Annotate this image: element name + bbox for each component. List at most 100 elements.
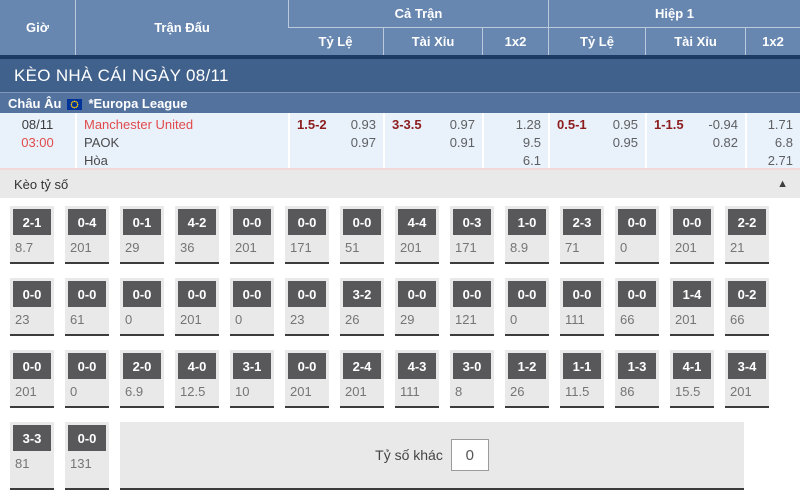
score-chip[interactable]: 0-0 — [288, 209, 326, 235]
score-chip[interactable]: 0-0 — [673, 209, 711, 235]
score-cell: 3-381 — [10, 422, 54, 490]
score-cell: 0-4201 — [65, 206, 109, 264]
score-odds: 201 — [345, 384, 384, 399]
half-handicap-away-odds[interactable]: 0.95 — [613, 134, 638, 152]
score-section-header[interactable]: Kèo tỷ số ▲ — [0, 170, 800, 198]
half-overunder-cell[interactable]: 1-1.5 -0.94 0.82 — [645, 113, 745, 168]
score-chip[interactable]: 3-3 — [13, 425, 51, 451]
score-chip[interactable]: 0-0 — [13, 353, 51, 379]
score-cell: 0-023 — [10, 278, 54, 336]
half-handicap-cell[interactable]: 0.5-1 0.95 0.95 — [548, 113, 645, 168]
score-chip[interactable]: 4-3 — [398, 353, 436, 379]
full-1x2-cell[interactable]: 1.28 9.5 6.1 — [482, 113, 548, 168]
score-chip[interactable]: 2-0 — [123, 353, 161, 379]
score-cell: 0-0171 — [285, 206, 329, 264]
score-cell: 0-0131 — [65, 422, 109, 490]
half-1x2-away[interactable]: 2.71 — [754, 152, 793, 170]
score-chip[interactable]: 4-4 — [398, 209, 436, 235]
score-cell: 1-08.9 — [505, 206, 549, 264]
score-odds: 6.9 — [125, 384, 164, 399]
header-full-overunder: Tài Xỉu — [383, 28, 482, 55]
full-handicap-away-odds[interactable]: 0.97 — [351, 134, 376, 152]
score-odds: 201 — [730, 384, 769, 399]
score-chip[interactable]: 2-1 — [13, 209, 51, 235]
score-chip[interactable]: 1-3 — [618, 353, 656, 379]
score-cell: 1-4201 — [670, 278, 714, 336]
half-1x2-draw[interactable]: 6.8 — [754, 134, 793, 152]
score-chip[interactable]: 0-0 — [618, 281, 656, 307]
full-1x2-away[interactable]: 6.1 — [491, 152, 541, 170]
score-chip[interactable]: 0-0 — [68, 353, 106, 379]
score-chip[interactable]: 0-0 — [233, 281, 271, 307]
full-under-odds[interactable]: 0.91 — [450, 134, 475, 152]
half-1x2-home[interactable]: 1.71 — [754, 116, 793, 134]
score-odds: 66 — [620, 312, 659, 327]
score-chip[interactable]: 2-3 — [563, 209, 601, 235]
score-odds: 0 — [510, 312, 549, 327]
score-chip[interactable]: 0-0 — [508, 281, 546, 307]
score-chip[interactable]: 0-0 — [13, 281, 51, 307]
score-section-title: Kèo tỷ số — [14, 177, 68, 192]
score-chip[interactable]: 0-0 — [178, 281, 216, 307]
score-chip[interactable]: 0-1 — [123, 209, 161, 235]
score-chip[interactable]: 0-0 — [453, 281, 491, 307]
score-cell: 1-111.5 — [560, 350, 604, 408]
score-chip[interactable]: 0-0 — [343, 209, 381, 235]
league-row[interactable]: Châu Âu *Europa League — [0, 92, 800, 113]
half-1x2-cell[interactable]: 1.71 6.8 2.71 — [745, 113, 800, 168]
half-handicap-home-odds[interactable]: 0.95 — [613, 116, 638, 134]
score-chip[interactable]: 0-2 — [728, 281, 766, 307]
score-odds: 201 — [400, 240, 439, 255]
score-chip[interactable]: 4-0 — [178, 353, 216, 379]
score-cell: 1-386 — [615, 350, 659, 408]
score-chip[interactable]: 0-0 — [68, 425, 106, 451]
score-chip[interactable]: 3-0 — [453, 353, 491, 379]
score-chip[interactable]: 0-0 — [288, 353, 326, 379]
score-chip[interactable]: 0-0 — [398, 281, 436, 307]
match-row: 08/11 03:00 Manchester United PAOK Hòa 1… — [0, 113, 800, 168]
score-chip[interactable]: 1-0 — [508, 209, 546, 235]
score-chip[interactable]: 1-2 — [508, 353, 546, 379]
score-chip[interactable]: 1-4 — [673, 281, 711, 307]
collapse-icon[interactable]: ▲ — [777, 178, 788, 190]
score-cell: 0-061 — [65, 278, 109, 336]
score-cell: 2-18.7 — [10, 206, 54, 264]
score-chip[interactable]: 0-0 — [123, 281, 161, 307]
score-chip[interactable]: 0-0 — [68, 281, 106, 307]
score-chip[interactable]: 0-0 — [563, 281, 601, 307]
score-chip[interactable]: 0-4 — [68, 209, 106, 235]
half-under-odds[interactable]: 0.82 — [713, 134, 738, 152]
score-chip[interactable]: 2-2 — [728, 209, 766, 235]
score-chip[interactable]: 3-4 — [728, 353, 766, 379]
score-chip[interactable]: 3-1 — [233, 353, 271, 379]
header-group-full-match: Cả Trận Tỷ Lệ Tài Xỉu 1x2 — [288, 0, 548, 55]
score-row: 0-0230-0610-000-02010-000-0233-2260-0290… — [10, 278, 800, 336]
score-cell: 4-236 — [175, 206, 219, 264]
league-name[interactable]: *Europa League — [88, 96, 187, 111]
home-team-name[interactable]: Manchester United — [84, 116, 288, 134]
score-chip[interactable]: 0-0 — [233, 209, 271, 235]
full-handicap-home-odds[interactable]: 0.93 — [351, 116, 376, 134]
away-team-name[interactable]: PAOK — [84, 134, 288, 152]
half-handicap-line: 0.5-1 — [557, 116, 587, 134]
full-handicap-cell[interactable]: 1.5-2 0.93 0.97 — [288, 113, 383, 168]
score-chip[interactable]: 4-1 — [673, 353, 711, 379]
score-chip[interactable]: 0-0 — [288, 281, 326, 307]
draw-label: Hòa — [84, 152, 288, 170]
score-odds: 61 — [70, 312, 109, 327]
other-score-input[interactable] — [451, 439, 489, 471]
score-chip[interactable]: 0-0 — [618, 209, 656, 235]
score-chip[interactable]: 2-4 — [343, 353, 381, 379]
score-cell: 0-0111 — [560, 278, 604, 336]
full-1x2-home[interactable]: 1.28 — [491, 116, 541, 134]
full-over-odds[interactable]: 0.97 — [450, 116, 475, 134]
score-chip[interactable]: 0-3 — [453, 209, 491, 235]
full-handicap-line: 1.5-2 — [297, 116, 327, 134]
score-odds: 201 — [675, 312, 714, 327]
score-chip[interactable]: 1-1 — [563, 353, 601, 379]
half-over-odds[interactable]: -0.94 — [708, 116, 738, 134]
full-1x2-draw[interactable]: 9.5 — [491, 134, 541, 152]
score-chip[interactable]: 3-2 — [343, 281, 381, 307]
score-chip[interactable]: 4-2 — [178, 209, 216, 235]
full-overunder-cell[interactable]: 3-3.5 0.97 0.91 — [383, 113, 482, 168]
